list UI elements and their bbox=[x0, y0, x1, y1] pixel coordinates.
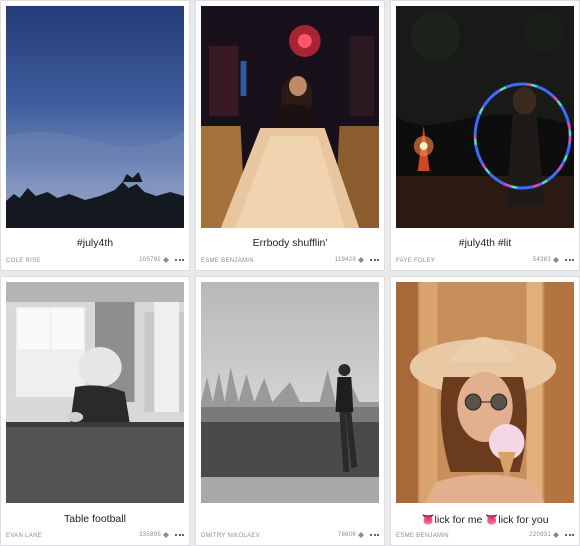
photo-image[interactable] bbox=[201, 6, 379, 228]
card-meta: FAYE FOLEY 54383 bbox=[396, 257, 574, 267]
photo-image[interactable] bbox=[201, 282, 379, 503]
diamond-icon[interactable] bbox=[358, 257, 364, 263]
photo-card[interactable]: Errbody shufflin' ESME BENJAMIN 119429 bbox=[195, 0, 385, 271]
card-meta: ESME BENJAMIN 220931 bbox=[396, 532, 574, 542]
like-count: 54383 bbox=[532, 257, 551, 263]
photo-card[interactable]: Table football EVAN LANE 335895 bbox=[0, 276, 190, 546]
diamond-icon[interactable] bbox=[553, 532, 559, 538]
diamond-icon[interactable] bbox=[163, 532, 169, 538]
more-options-icon[interactable] bbox=[565, 259, 574, 261]
author-name[interactable]: EVAN LANE bbox=[6, 533, 42, 539]
author-name[interactable]: COLE RISE bbox=[6, 258, 41, 264]
card-meta: COLE RISE 105792 bbox=[6, 257, 184, 267]
diamond-icon[interactable] bbox=[163, 257, 169, 263]
like-count: 78606 bbox=[337, 532, 356, 538]
more-options-icon[interactable] bbox=[175, 534, 184, 536]
author-name[interactable]: DMITRY NIKOLAEV bbox=[201, 533, 260, 539]
author-name[interactable]: ESME BENJAMIN bbox=[201, 258, 254, 264]
card-title: Table football bbox=[64, 513, 126, 525]
card-meta: EVAN LANE 335895 bbox=[6, 532, 184, 542]
author-name[interactable]: FAYE FOLEY bbox=[396, 258, 435, 264]
photo-card[interactable]: DMITRY NIKOLAEV 78606 bbox=[195, 276, 385, 546]
author-name[interactable]: ESME BENJAMIN bbox=[396, 533, 449, 539]
photo-image[interactable] bbox=[396, 6, 574, 228]
photo-image[interactable] bbox=[6, 282, 184, 503]
card-title: #july4th #lit bbox=[458, 237, 512, 249]
more-options-icon[interactable] bbox=[370, 259, 379, 261]
more-options-icon[interactable] bbox=[370, 534, 379, 536]
photo-card[interactable]: #july4th COLE RISE 105792 bbox=[0, 0, 190, 271]
card-meta: ESME BENJAMIN 119429 bbox=[201, 257, 379, 267]
card-meta: DMITRY NIKOLAEV 78606 bbox=[201, 532, 379, 542]
diamond-icon[interactable] bbox=[358, 532, 364, 538]
photo-grid: #july4th COLE RISE 105792 Errbody shuffl… bbox=[0, 0, 580, 546]
like-count: 119429 bbox=[334, 257, 356, 263]
card-title: Errbody shufflin' bbox=[252, 237, 328, 249]
more-options-icon[interactable] bbox=[565, 534, 574, 536]
card-title: #july4th bbox=[76, 237, 114, 249]
photo-image[interactable] bbox=[6, 6, 184, 228]
photo-image[interactable] bbox=[396, 282, 574, 503]
like-count: 220931 bbox=[529, 532, 551, 538]
like-count: 105792 bbox=[139, 257, 161, 263]
photo-card[interactable]: #july4th #lit FAYE FOLEY 54383 bbox=[390, 0, 580, 271]
more-options-icon[interactable] bbox=[175, 259, 184, 261]
card-title: 👅lick for me 👅lick for you bbox=[421, 514, 549, 526]
like-count: 335895 bbox=[139, 532, 161, 538]
diamond-icon[interactable] bbox=[553, 257, 559, 263]
photo-card[interactable]: 👅lick for me 👅lick for you ESME BENJAMIN… bbox=[390, 276, 580, 546]
